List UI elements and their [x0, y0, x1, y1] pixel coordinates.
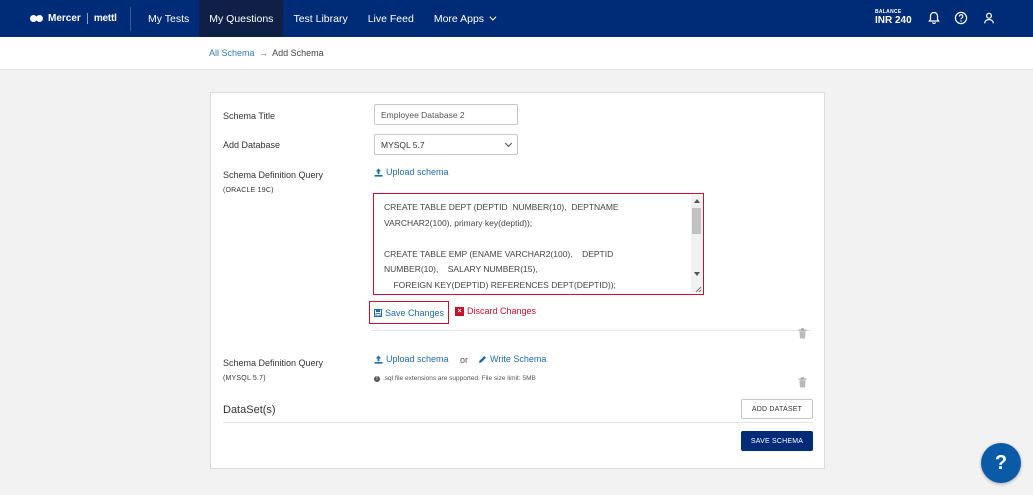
query-mysql-sub: (MYSQL 5.7) — [223, 375, 266, 382]
add-database-label: Add Database — [223, 140, 281, 150]
brand-sub: mettl — [93, 13, 117, 24]
breadcrumb-bar: All Schema → Add Schema — [0, 37, 1033, 70]
query-mysql-label: Schema Definition Query — [223, 358, 324, 368]
dataset-title: DataSet(s) — [223, 404, 276, 416]
nav-my-tests[interactable]: My Tests — [138, 0, 199, 37]
sql-query-text: CREATE TABLE DEPT (DEPTID NUMBER(10), DE… — [384, 202, 619, 290]
breadcrumb-arrow: → — [259, 48, 269, 58]
query-oracle-sub: (ORACLE 19C) — [223, 187, 274, 194]
trash-icon[interactable] — [798, 377, 807, 388]
textarea-scrollbar[interactable] — [691, 195, 702, 292]
help-chat-button[interactable]: ? — [981, 443, 1021, 483]
close-box-icon: × — [455, 306, 464, 316]
discard-changes-button[interactable]: × Discard Changes — [455, 306, 536, 316]
upload-schema-label: Upload schema — [386, 167, 449, 177]
breadcrumb: All Schema → Add Schema — [209, 48, 324, 58]
chevron-down-icon — [504, 139, 513, 148]
divider — [371, 330, 811, 331]
pencil-icon — [479, 355, 486, 363]
nav-my-questions[interactable]: My Questions — [199, 0, 284, 37]
upload-schema-link-2[interactable]: Upload schema — [374, 354, 449, 364]
balance-value: INR 240 — [875, 15, 912, 26]
sql-query-textarea[interactable]: CREATE TABLE DEPT (DEPTID NUMBER(10), DE… — [373, 193, 704, 295]
breadcrumb-current: Add Schema — [272, 48, 324, 58]
breadcrumb-all-schema[interactable]: All Schema — [209, 48, 255, 58]
bell-icon[interactable] — [927, 11, 941, 25]
resize-grip-icon[interactable] — [694, 285, 702, 293]
schema-form-card: Schema Title Employee Database 2 Add Dat… — [210, 92, 825, 469]
database-select-value: MYSQL 5.7 — [381, 140, 425, 150]
save-changes-label: Save Changes — [385, 307, 445, 318]
balance-display: BALANCE INR 240 — [875, 10, 912, 26]
upload-schema-label-2: Upload schema — [386, 354, 449, 364]
trash-icon[interactable] — [798, 328, 807, 339]
scroll-up-arrow-icon[interactable] — [694, 199, 700, 203]
upload-schema-link[interactable]: Upload schema — [374, 167, 449, 177]
nav-divider — [130, 6, 131, 31]
database-select[interactable]: MYSQL 5.7 — [374, 134, 518, 155]
file-note: ! .sql file extensions are supported. Fi… — [374, 375, 536, 382]
save-changes-button[interactable]: Save Changes — [369, 301, 449, 324]
brand-name: Mercer — [48, 13, 81, 24]
chevron-down-icon — [489, 13, 497, 21]
brand-separator — [86, 13, 88, 24]
brand-logo[interactable]: Mercer mettl — [0, 0, 130, 37]
write-schema-link[interactable]: Write Schema — [478, 354, 546, 364]
or-text: or — [460, 355, 469, 365]
mercer-logo-icon — [30, 14, 44, 24]
discard-changes-label: Discard Changes — [467, 306, 537, 316]
upload-icon — [374, 168, 383, 177]
schema-title-input[interactable]: Employee Database 2 — [374, 104, 518, 125]
info-icon: ! — [374, 375, 380, 382]
nav-more-apps-label: More Apps — [433, 12, 485, 25]
schema-title-label: Schema Title — [223, 111, 276, 121]
top-navbar: Mercer mettl My Tests My Questions Test … — [0, 0, 1033, 37]
nav-test-library[interactable]: Test Library — [283, 0, 357, 37]
divider — [223, 422, 813, 423]
upload-icon — [374, 355, 383, 364]
add-dataset-button[interactable]: ADD DATASET — [741, 399, 813, 419]
help-circle-icon[interactable] — [954, 11, 968, 25]
write-schema-label: Write Schema — [490, 354, 547, 364]
save-icon — [374, 308, 382, 317]
scroll-thumb[interactable] — [692, 208, 701, 234]
query-oracle-label: Schema Definition Query — [223, 170, 324, 180]
user-icon[interactable] — [982, 11, 996, 25]
nav-live-feed[interactable]: Live Feed — [358, 0, 424, 37]
file-note-text: .sql file extensions are supported. File… — [383, 375, 536, 382]
nav-more-apps[interactable]: More Apps — [424, 0, 504, 37]
save-schema-button[interactable]: SAVE SCHEMA — [741, 431, 813, 451]
scroll-down-arrow-icon[interactable] — [694, 272, 700, 276]
